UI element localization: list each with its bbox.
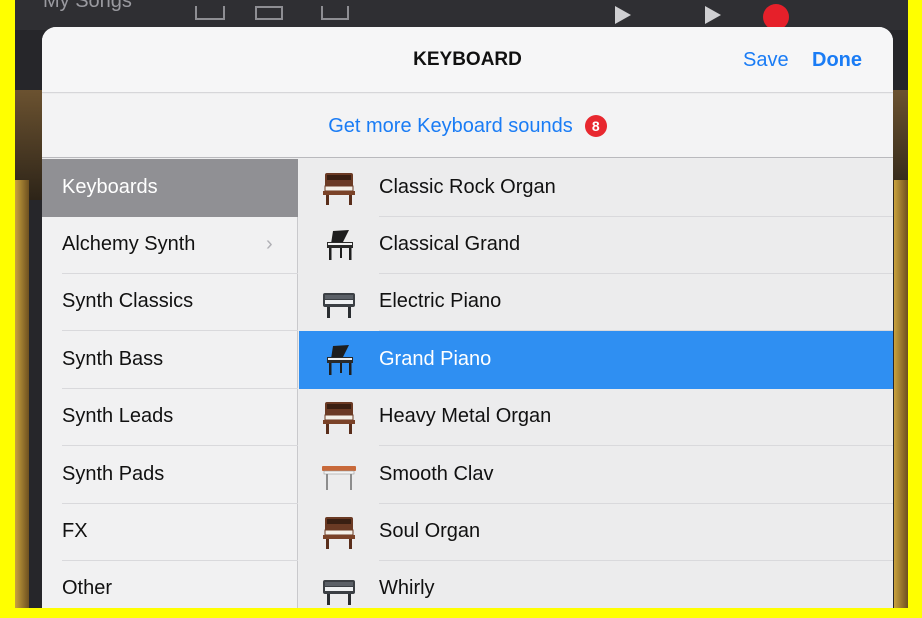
electric-piano-icon <box>323 293 355 318</box>
sidebar-item-synth-classics[interactable]: Synth Classics <box>42 273 298 331</box>
grand-piano-icon <box>327 230 353 260</box>
organ-icon <box>323 173 355 205</box>
chevron-right-icon: › <box>266 233 273 255</box>
tracks-view-icon[interactable] <box>195 6 225 20</box>
done-button[interactable]: Done <box>812 27 862 93</box>
keyboard-sound-picker: KEYBOARD Save Done Get more Keyboard sou… <box>42 27 893 608</box>
electric-piano-icon <box>323 580 355 605</box>
sound-item-whirly[interactable]: Whirly <box>299 560 893 608</box>
sound-item-electric-piano[interactable]: Electric Piano <box>299 273 893 331</box>
sound-item-label: Electric Piano <box>379 290 502 312</box>
sidebar-item-synth-bass[interactable]: Synth Bass <box>42 331 298 389</box>
sidebar-item-other[interactable]: Other <box>42 560 298 608</box>
sidebar-item-synth-leads[interactable]: Synth Leads <box>42 388 298 446</box>
sound-item-label: Grand Piano <box>379 348 492 370</box>
sound-item-heavy-metal-organ[interactable]: Heavy Metal Organ <box>299 388 893 446</box>
grand-piano-icon <box>327 345 353 375</box>
sound-item-smooth-clav[interactable]: Smooth Clav <box>299 446 893 504</box>
organ-icon <box>323 402 355 434</box>
sound-item-label: Classic Rock Organ <box>379 176 556 198</box>
sidebar-item-label: Alchemy Synth <box>62 233 196 255</box>
rewind-icon[interactable] <box>615 6 631 24</box>
sidebar-item-synth-pads[interactable]: Synth Pads <box>42 446 298 504</box>
sound-item-label: Soul Organ <box>379 520 481 542</box>
my-songs-button[interactable]: My Songs <box>43 0 132 18</box>
play-icon[interactable] <box>705 6 721 24</box>
save-button[interactable]: Save <box>743 27 789 93</box>
sound-item-classic-rock-organ[interactable]: Classic Rock Organ <box>299 159 893 217</box>
more-sounds-bar: Get more Keyboard sounds 8 <box>42 94 893 158</box>
sidebar-item-label: Synth Pads <box>62 463 165 485</box>
sound-item-label: Heavy Metal Organ <box>379 405 552 427</box>
settings-icon[interactable] <box>321 6 349 20</box>
sidebar-item-keyboards[interactable]: Keyboards <box>42 159 298 217</box>
instrument-edge-left <box>15 180 29 608</box>
sound-list: Classic Rock Organ Classical Grand Elect… <box>299 159 893 608</box>
sidebar-item-alchemy-synth[interactable]: Alchemy Synth › <box>42 216 298 274</box>
sidebar-item-label: Synth Classics <box>62 290 194 312</box>
sidebar-item-label: Other <box>62 577 113 599</box>
get-more-sounds-link[interactable]: Get more Keyboard sounds 8 <box>42 94 893 158</box>
sidebar-item-fx[interactable]: FX <box>42 503 298 561</box>
sound-item-classical-grand[interactable]: Classical Grand <box>299 216 893 274</box>
sound-item-soul-organ[interactable]: Soul Organ <box>299 503 893 561</box>
popover-header: KEYBOARD Save Done <box>42 27 893 93</box>
notification-badge: 8 <box>584 115 607 137</box>
sidebar-item-label: Synth Leads <box>62 405 174 427</box>
get-more-sounds-label: Get more Keyboard sounds <box>328 114 573 137</box>
sound-item-label: Classical Grand <box>379 233 521 255</box>
mixer-icon[interactable] <box>255 6 283 20</box>
organ-icon <box>323 517 355 549</box>
sound-item-label: Whirly <box>379 577 435 599</box>
sound-item-label: Smooth Clav <box>379 463 494 485</box>
sound-item-grand-piano[interactable]: Grand Piano <box>299 331 893 389</box>
instrument-edge-right <box>894 180 908 608</box>
sidebar-item-label: Synth Bass <box>62 348 164 370</box>
clavinet-icon <box>322 466 356 490</box>
sidebar-item-label: Keyboards <box>62 176 158 198</box>
sidebar-item-label: FX <box>62 520 88 542</box>
category-sidebar: Keyboards Alchemy Synth › Synth Classics… <box>42 159 298 608</box>
